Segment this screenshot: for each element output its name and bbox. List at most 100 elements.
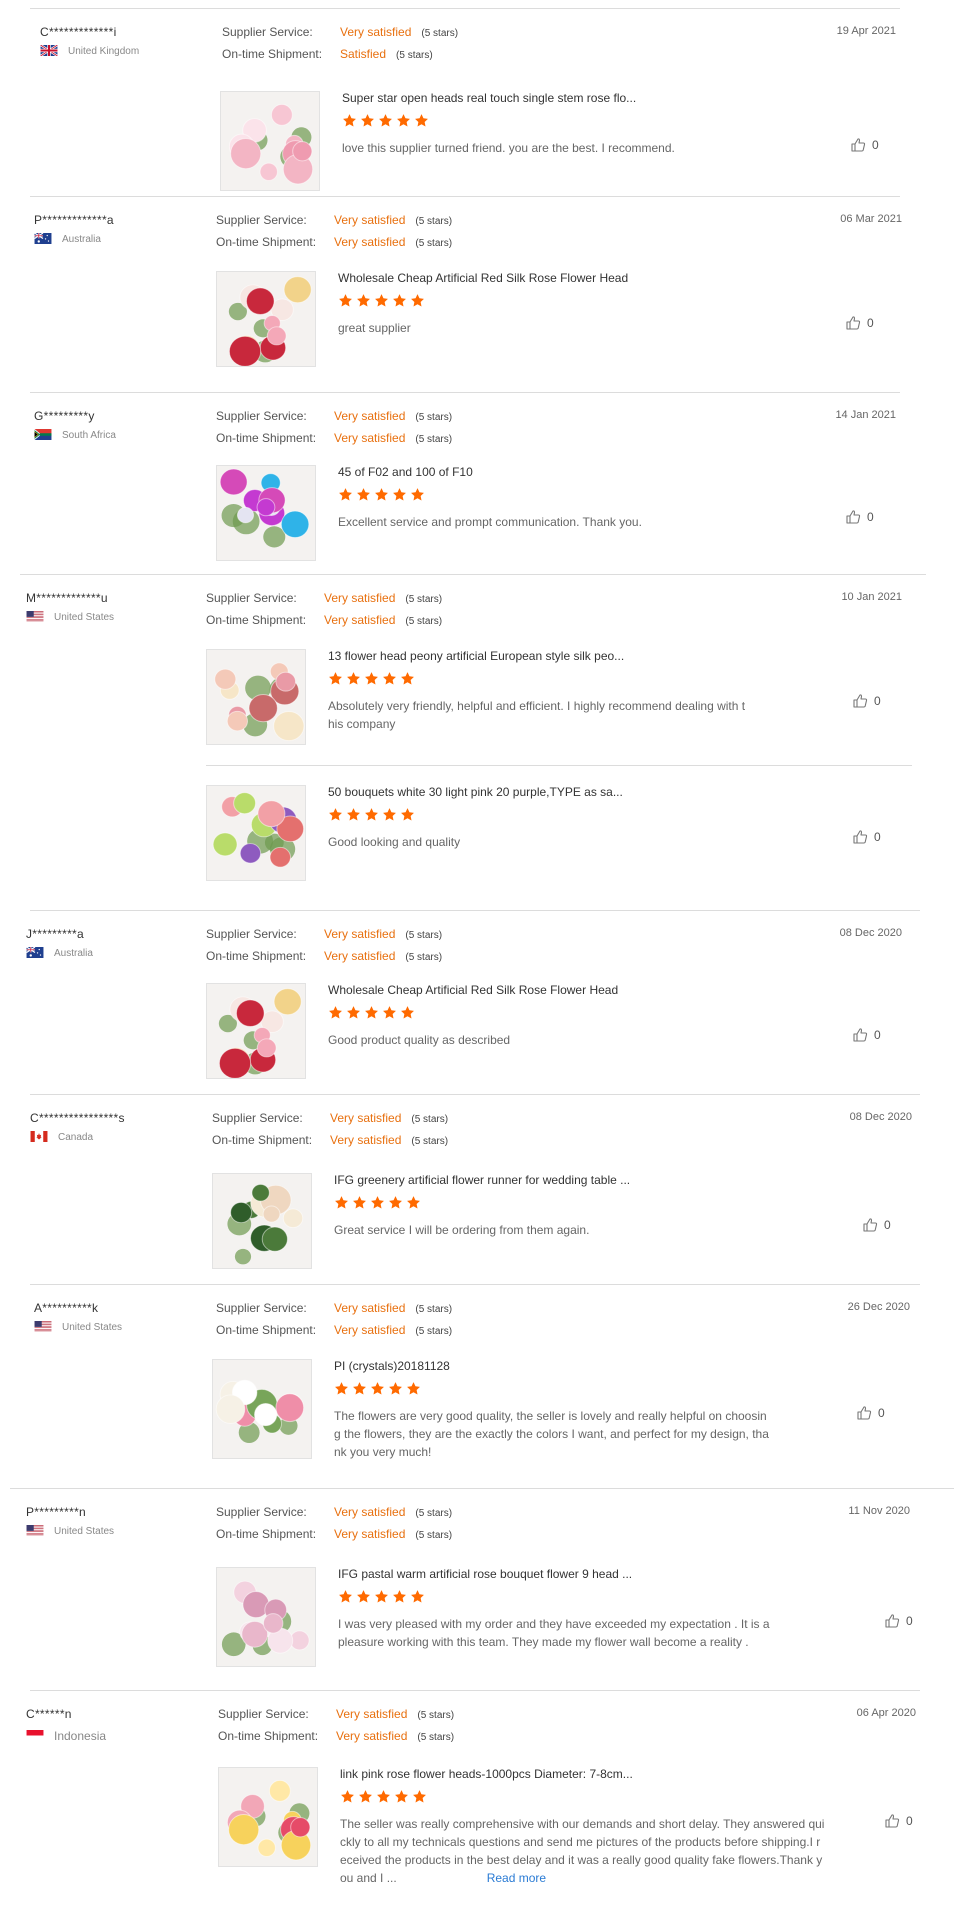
ontime-shipment-stars: (5 stars) (415, 1530, 453, 1541)
star-icon (389, 1196, 402, 1209)
like-count: 0 (874, 1028, 881, 1042)
product-title[interactable]: IFG greenery artificial flower runner fo… (334, 1173, 630, 1187)
product-thumbnail[interactable] (216, 1567, 316, 1667)
rose-heads-mixed-image (207, 984, 305, 1078)
product-title[interactable]: 45 of F02 and 100 of F10 (338, 465, 473, 479)
like-button[interactable]: 0 (852, 1027, 881, 1043)
comment-line: Good looking and quality (328, 835, 461, 849)
product-title[interactable]: Wholesale Cheap Artificial Red Silk Rose… (338, 271, 628, 285)
read-more-link[interactable]: Read more (487, 1871, 546, 1885)
country-name: United States (54, 1526, 115, 1537)
like-button[interactable]: 0 (862, 1217, 891, 1233)
flag-icon (26, 611, 46, 624)
ontime-shipment-value: Very satisfied (334, 1527, 406, 1541)
buyer-country: Australia (26, 947, 93, 960)
review-date: 14 Jan 2021 (835, 409, 896, 421)
star-icon (359, 1790, 372, 1803)
product-review: link pink rose flower heads-1000pcs Diam… (30, 1767, 920, 1885)
supplier-service-label: Supplier Service: (216, 1505, 307, 1519)
ontime-shipment-label: On-time Shipment: (212, 1133, 313, 1147)
star-icon (339, 294, 352, 307)
product-thumbnail[interactable] (216, 465, 316, 561)
review-comment: The flowers are very good quality, the s… (334, 1407, 836, 1461)
product-title[interactable]: PI (crystals)20181128 (334, 1359, 450, 1373)
star-icon (357, 1590, 370, 1603)
like-button[interactable]: 0 (845, 509, 874, 525)
star-icon (371, 1382, 384, 1395)
supplier-service-rating: Supplier Service: Very satisfied (5 star… (212, 1111, 448, 1125)
star-icon (343, 114, 356, 127)
product-thumbnail[interactable] (216, 271, 316, 367)
product-title[interactable]: IFG pastal warm artificial rose bouquet … (338, 1567, 632, 1581)
ontime-shipment-label: On-time Shipment: (206, 949, 307, 963)
review-date: 26 Dec 2020 (847, 1301, 910, 1313)
country-name: United States (62, 1322, 123, 1333)
ontime-shipment-stars: (5 stars) (396, 50, 433, 61)
supplier-service-value: Very satisfied (334, 213, 406, 227)
ontime-shipment-rating: On-time Shipment: Very satisfied (5 star… (216, 1323, 452, 1337)
review-date: 08 Dec 2020 (839, 927, 902, 939)
star-rating (328, 1005, 415, 1020)
like-count: 0 (884, 1218, 891, 1232)
product-title[interactable]: 13 flower head peony artificial European… (328, 649, 624, 663)
product-title[interactable]: link pink rose flower heads-1000pcs Diam… (340, 1767, 633, 1781)
review-card: M*************u United States Supplier S… (20, 574, 926, 910)
star-icon (389, 1382, 402, 1395)
supplier-service-rating: Supplier Service: Very satisfied (5 star… (216, 1505, 452, 1519)
country-name: Canada (58, 1132, 94, 1143)
star-rating (334, 1381, 421, 1396)
buyer-country: United States (26, 1525, 114, 1538)
comment-line: love this supplier turned friend. you ar… (342, 141, 675, 155)
star-icon (353, 1196, 366, 1209)
like-button[interactable]: 0 (852, 693, 881, 709)
like-button[interactable]: 0 (850, 137, 879, 153)
comment-line: Excellent service and prompt communicati… (338, 515, 642, 529)
ontime-shipment-value: Very satisfied (324, 949, 396, 963)
like-button[interactable]: 0 (856, 1405, 885, 1421)
star-icon (411, 294, 424, 307)
product-thumbnail[interactable] (206, 649, 306, 745)
star-rating (328, 807, 415, 822)
star-icon (377, 1790, 390, 1803)
product-thumbnail[interactable] (206, 785, 306, 881)
star-icon (335, 1382, 348, 1395)
flag-icon (26, 1525, 46, 1538)
ontime-shipment-label: On-time Shipment: (206, 613, 307, 627)
rose-bouquets-colors-image (207, 786, 305, 880)
supplier-service-value: Very satisfied (330, 1111, 402, 1125)
product-review: Wholesale Cheap Artificial Red Silk Rose… (30, 983, 920, 1079)
like-button[interactable]: 0 (884, 1813, 913, 1829)
product-title[interactable]: Wholesale Cheap Artificial Red Silk Rose… (328, 983, 618, 997)
ontime-shipment-rating: On-time Shipment: Very satisfied (5 star… (206, 949, 442, 963)
supplier-service-rating: Supplier Service: Very satisfied (5 star… (216, 213, 452, 227)
product-title[interactable]: 50 bouquets white 30 light pink 20 purpl… (328, 785, 623, 799)
product-thumbnail[interactable] (212, 1359, 312, 1459)
supplier-service-label: Supplier Service: (218, 1707, 309, 1721)
star-icon (407, 1382, 420, 1395)
product-title[interactable]: Super star open heads real touch single … (342, 91, 636, 105)
star-icon (401, 672, 414, 685)
like-button[interactable]: 0 (884, 1613, 913, 1629)
comment-line: his company (328, 717, 396, 731)
supplier-service-value: Very satisfied (336, 1707, 408, 1721)
product-thumbnail[interactable] (218, 1767, 318, 1867)
star-icon (375, 294, 388, 307)
product-thumbnail[interactable] (220, 91, 320, 191)
product-divider (206, 765, 912, 766)
star-icon (383, 1006, 396, 1019)
star-icon (413, 1790, 426, 1803)
comment-line: Absolutely very friendly, helpful and ef… (328, 699, 746, 713)
review-comment: Good product quality as described (328, 1031, 832, 1049)
country-name: Australia (62, 234, 101, 245)
like-count: 0 (872, 138, 879, 152)
thumbs-up-icon (851, 138, 866, 152)
product-thumbnail[interactable] (206, 983, 306, 1079)
like-button[interactable]: 0 (852, 829, 881, 845)
supplier-service-rating: Supplier Service: Very satisfied (5 star… (216, 1301, 452, 1315)
star-icon (379, 114, 392, 127)
product-thumbnail[interactable] (212, 1173, 312, 1269)
ontime-shipment-rating: On-time Shipment: Very satisfied (5 star… (206, 613, 442, 627)
supplier-service-label: Supplier Service: (206, 591, 297, 605)
like-button[interactable]: 0 (845, 315, 874, 331)
ontime-shipment-value: Very satisfied (334, 1323, 406, 1337)
